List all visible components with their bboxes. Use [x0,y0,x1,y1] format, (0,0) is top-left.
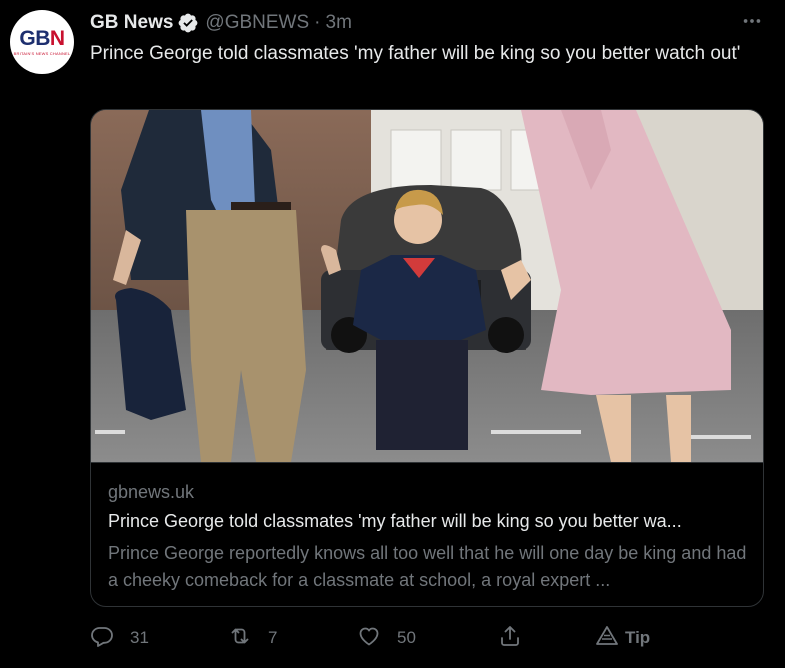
more-icon[interactable] [741,10,763,37]
retweet-button[interactable]: 7 [228,624,277,652]
retweet-icon [228,624,252,653]
card-domain: gbnews.uk [108,482,195,502]
tweet-text: Prince George told classmates 'my father… [90,43,741,64]
reply-icon [90,624,114,653]
avatar-tagline: BRITAIN'S NEWS CHANNEL [13,51,71,56]
card-image[interactable] [91,110,763,463]
retweet-count: 7 [268,628,278,647]
tip-icon [595,624,619,653]
tweet-timestamp[interactable]: 3m [326,12,352,34]
avatar-logo-letter: N [49,27,65,50]
like-count: 50 [397,628,416,647]
avatar-logo-text: GB [19,27,50,50]
avatar-logo: GBN [19,27,65,50]
tip-button[interactable]: Tip [595,624,650,652]
tweet-header: GB News @GBNEWS · 3m [90,11,352,35]
heart-icon [357,624,381,653]
like-button[interactable]: 50 [357,624,416,652]
card-description: Prince George reportedly knows all too w… [108,543,747,590]
share-icon [498,624,522,653]
card-title: Prince George told classmates 'my father… [108,511,682,531]
reply-button[interactable]: 31 [90,624,149,652]
reply-count: 31 [130,628,149,647]
link-card[interactable]: gbnews.uk Prince George told classmates … [90,109,764,607]
author-name[interactable]: GB News [90,12,173,34]
avatar[interactable]: GBN BRITAIN'S NEWS CHANNEL [10,10,74,74]
separator-dot: · [314,12,321,33]
author-handle[interactable]: @GBNEWS [205,12,309,34]
tip-label: Tip [625,628,651,647]
verified-badge-icon [177,12,199,34]
share-button[interactable] [498,624,522,652]
tweet-actions: 31 7 50 Tip [90,624,760,652]
